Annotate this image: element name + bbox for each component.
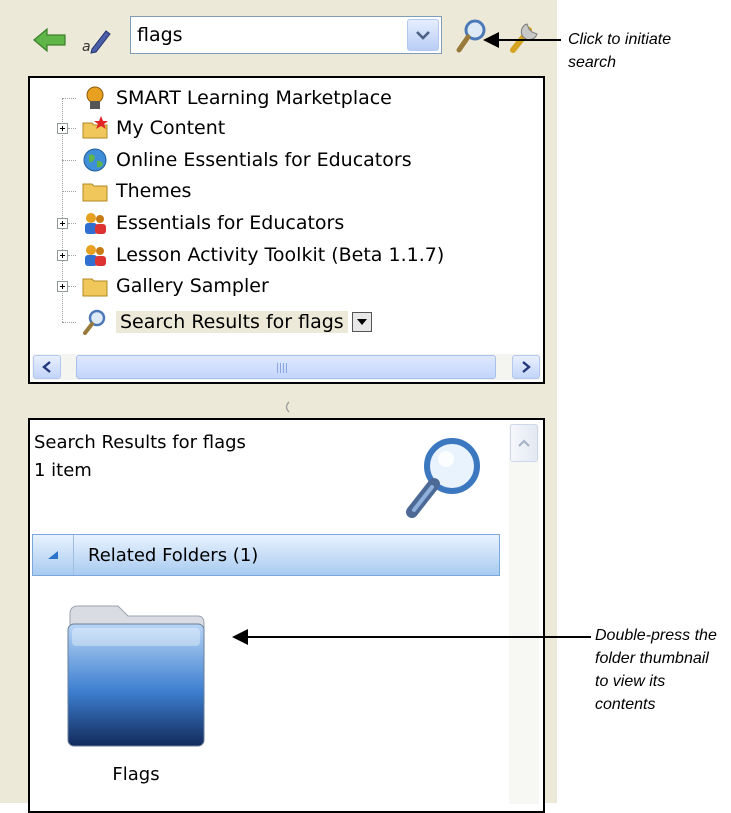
search-results-pane: Search Results for flags 1 item Related … [28, 418, 545, 813]
tree-item-label: Lesson Activity Toolkit (Beta 1.1.7) [116, 244, 445, 266]
tree-item-my-content[interactable]: My Content [82, 113, 225, 143]
back-button[interactable] [30, 22, 70, 58]
related-folders-header[interactable]: Related Folders (1) [32, 534, 500, 576]
tree-guide-line [68, 223, 76, 224]
folder-thumbnail[interactable] [66, 602, 206, 748]
chevron-right-icon [522, 361, 531, 373]
horizontal-scrollbar[interactable] [32, 354, 541, 380]
results-count: 1 item [34, 460, 92, 481]
scroll-left-button[interactable] [33, 355, 61, 379]
vertical-scrollbar[interactable] [509, 424, 539, 804]
scroll-right-button[interactable] [512, 355, 540, 379]
gallery-tree: SMART Learning Marketplace My Content On… [28, 76, 545, 384]
marketplace-icon [82, 85, 108, 111]
tree-item-lesson-activity-toolkit[interactable]: Lesson Activity Toolkit (Beta 1.1.7) [82, 240, 444, 270]
people-icon [82, 210, 108, 236]
tree-item-label: Themes [116, 180, 192, 202]
tree-item-label: Gallery Sampler [116, 275, 269, 297]
collapse-toggle[interactable] [33, 535, 74, 575]
expand-toggle[interactable] [57, 250, 68, 261]
triangle-collapse-icon [48, 551, 58, 559]
chevron-up-icon [518, 439, 530, 447]
magnifier-icon [406, 438, 480, 518]
tree-item-themes[interactable]: Themes [82, 176, 191, 206]
globe-icon [82, 147, 108, 173]
tools-icon [510, 23, 538, 53]
svg-text:a: a [82, 39, 91, 55]
tree-item-label: SMART Learning Marketplace [116, 87, 392, 109]
search-history-dropdown[interactable] [407, 19, 439, 51]
tree-guide-line [62, 98, 76, 99]
tree-guide-line [68, 128, 76, 129]
folder-icon [82, 273, 108, 299]
scroll-grip [277, 363, 289, 373]
tree-item-label: Online Essentials for Educators [116, 149, 412, 171]
tree-guide-line [62, 160, 76, 161]
callout-search-text: Click to initiate search [568, 31, 672, 71]
callout-arrow [483, 32, 561, 48]
dropdown-arrow-icon [356, 319, 367, 325]
expand-toggle[interactable] [57, 218, 68, 229]
related-folders-label: Related Folders (1) [88, 544, 259, 566]
splitter-grip-icon [285, 401, 290, 413]
tree-item-online-essentials[interactable]: Online Essentials for Educators [82, 145, 412, 175]
expand-toggle[interactable] [57, 281, 68, 292]
tree-guide-line [62, 191, 76, 192]
tree-item-essentials-for-educators[interactable]: Essentials for Educators [82, 208, 344, 238]
rename-button[interactable]: a [76, 22, 116, 58]
callout-folder-text: Double-press the folder thumbnail to vie… [595, 627, 717, 713]
people-icon [82, 242, 108, 268]
search-input[interactable] [135, 19, 399, 51]
pencil-icon: a [82, 30, 111, 55]
tree-guide-line [62, 322, 76, 323]
tree-item-label: Essentials for Educators [116, 212, 345, 234]
back-arrow-icon [33, 27, 66, 53]
chevron-left-icon [42, 361, 51, 373]
tree-item-smart-learning-marketplace[interactable]: SMART Learning Marketplace [82, 83, 392, 113]
scroll-up-button[interactable] [510, 424, 538, 462]
tree-guide-line [68, 255, 76, 256]
scroll-thumb[interactable] [76, 355, 496, 379]
item-menu-button[interactable] [351, 312, 372, 332]
tree-guide-line [68, 286, 76, 287]
tools-button[interactable] [505, 16, 545, 56]
tree-item-label: My Content [116, 117, 226, 139]
search-combo [130, 16, 442, 54]
tree-item-search-results[interactable]: Search Results for flags [82, 307, 372, 337]
folder-icon [82, 178, 108, 204]
expand-toggle[interactable] [57, 123, 68, 134]
tree-item-label: Search Results for flags [116, 311, 348, 333]
chevron-down-icon [416, 31, 430, 40]
folder-name: Flags [112, 764, 160, 785]
search-icon [82, 309, 108, 335]
callout-arrow [232, 629, 591, 645]
folder-star-icon [82, 115, 108, 141]
tree-item-gallery-sampler[interactable]: Gallery Sampler [82, 271, 269, 301]
results-title: Search Results for flags [34, 432, 246, 453]
pane-splitter[interactable] [283, 398, 291, 413]
